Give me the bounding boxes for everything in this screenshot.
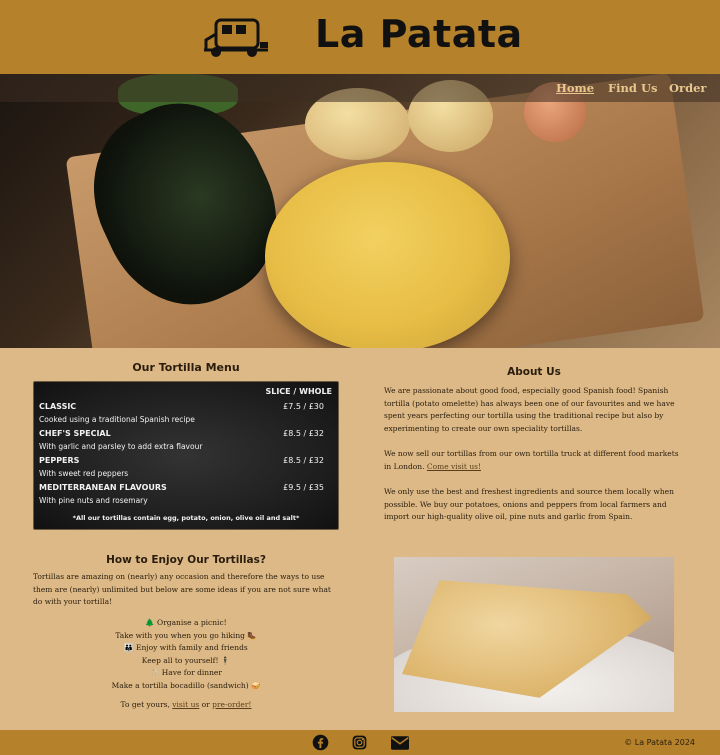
visit-us-link[interactable]: visit us — [172, 700, 199, 709]
allergen-note: *All our tortillas contain egg, potato, … — [72, 514, 300, 522]
list-item: Keep all to yourself! 🕴 — [141, 655, 231, 665]
menu-item-desc: With sweet red peppers — [39, 469, 129, 478]
instagram-icon[interactable] — [352, 735, 367, 750]
about-paragraph: We are passionate about good food, espec… — [384, 386, 675, 433]
cta-prefix: To get yours, — [120, 700, 173, 709]
menu-item-price: £8.5 / £32 — [283, 429, 324, 438]
enjoy-heading: How to Enjoy Our Tortillas? — [106, 554, 266, 566]
pre-order-link[interactable]: pre-order! — [212, 700, 251, 709]
ideas-list: 🌲 Organise a picnic! Take with you when … — [33, 617, 339, 693]
menu-item-name: CHEF'S SPECIAL — [39, 429, 111, 438]
hero-image — [0, 74, 720, 348]
list-item: Take with you when you go hiking 🥾 — [115, 630, 257, 640]
envelope-icon[interactable] — [391, 736, 409, 750]
site-title[interactable]: La Patata — [315, 12, 523, 56]
tortilla-whole — [265, 162, 510, 348]
about-paragraph: We now sell our tortillas from our own t… — [384, 448, 684, 473]
menu-item-desc: With pine nuts and rosemary — [39, 496, 148, 505]
nav-link-home[interactable]: Home — [556, 81, 594, 95]
facebook-icon[interactable] — [312, 734, 329, 751]
come-visit-link[interactable]: Come visit us! — [427, 462, 481, 471]
cta-text: To get yours, visit us or pre-order! — [33, 700, 339, 709]
nav-link-find-us[interactable]: Find Us — [608, 81, 657, 95]
menu-chalkboard: SLICE / WHOLE CLASSIC £7.5 / £30 Cooked … — [33, 381, 339, 530]
menu-item-name: MEDITERRANEAN FLAVOURS — [39, 483, 167, 492]
menu-item-price: £8.5 / £32 — [283, 456, 324, 465]
enjoy-intro: Tortillas are amazing on (nearly) any oc… — [33, 572, 331, 606]
list-item: 👪 Enjoy with family and friends — [124, 643, 248, 653]
menu-item-price: £7.5 / £30 — [283, 402, 324, 411]
tortilla-slice-photo — [394, 557, 674, 712]
menu-item-desc: With garlic and parsley to add extra fla… — [39, 442, 203, 451]
list-item: 🍴 Have for dinner — [150, 668, 222, 678]
list-item: Make a tortilla bocadillo (sandwich) 🥪 — [111, 680, 261, 690]
list-item: 🌲 Organise a picnic! — [145, 618, 227, 627]
menu-item-name: PEPPERS — [39, 456, 80, 465]
copyright-text: © La Patata 2024 — [624, 738, 695, 747]
about-heading: About Us — [507, 366, 561, 378]
menu-item-name: CLASSIC — [39, 402, 77, 411]
cta-mid: or — [199, 700, 213, 709]
menu-item-price: £9.5 / £35 — [283, 483, 324, 492]
site-header: La Patata — [0, 0, 720, 74]
menu-heading: Our Tortilla Menu — [132, 361, 240, 374]
about-paragraph: We only use the best and freshest ingred… — [384, 487, 674, 521]
nav-link-order[interactable]: Order — [669, 81, 707, 95]
food-truck-logo-icon[interactable] — [202, 16, 272, 58]
menu-item-desc: Cooked using a traditional Spanish recip… — [39, 415, 195, 424]
price-header: SLICE / WHOLE — [265, 387, 332, 396]
